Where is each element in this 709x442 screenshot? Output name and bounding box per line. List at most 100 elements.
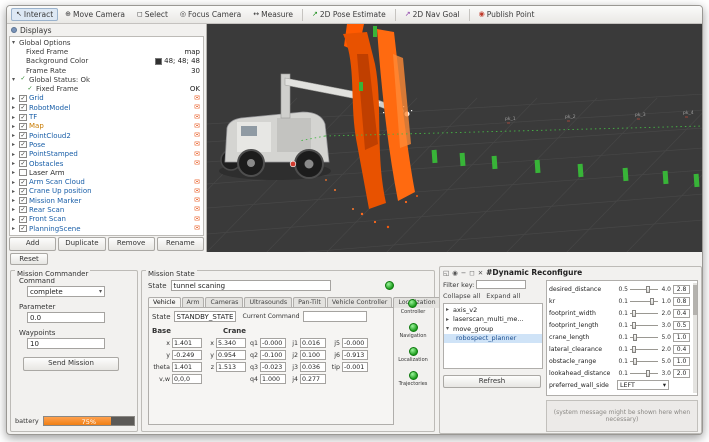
float-icon[interactable]: ◱	[443, 269, 449, 277]
node-robospect-planner[interactable]: robospect_planner	[444, 334, 542, 344]
display-row-crane-up-position[interactable]: ▸ ✓ Crane Up position ✉	[10, 187, 203, 196]
expand-icon[interactable]: ▸	[12, 95, 19, 102]
color-swatch[interactable]	[155, 58, 162, 65]
rename-button[interactable]: Rename	[157, 237, 204, 251]
q4-value[interactable]: 1.000	[260, 374, 286, 384]
vehicle-state-input[interactable]: STANDBY_STATE	[174, 311, 236, 322]
display-row-laser-arm[interactable]: ▸ Laser Arm	[10, 168, 203, 177]
crane-z-value[interactable]: 1.513	[216, 362, 246, 372]
displays-panel-header[interactable]: Displays	[7, 24, 206, 36]
tree-row-background-color[interactable]: Background Color 48; 48; 48	[10, 57, 203, 66]
param-slider[interactable]	[630, 309, 658, 318]
param-slider[interactable]	[630, 345, 658, 354]
expand-icon[interactable]: ▸	[12, 225, 19, 232]
display-row-mission-marker[interactable]: ▸ ✓ Mission Marker ✉	[10, 196, 203, 205]
maximize-icon[interactable]: ◻	[469, 269, 474, 277]
display-row-pose[interactable]: ▸ ✓ Pose ✉	[10, 140, 203, 149]
display-checkbox[interactable]: ✓	[19, 141, 27, 148]
minimize-icon[interactable]: −	[461, 269, 466, 277]
expand-all-link[interactable]: Expand all	[486, 292, 520, 300]
base-vw-value[interactable]: 0,0,0	[172, 374, 202, 384]
filter-key-input[interactable]	[476, 280, 526, 289]
display-row-obstacles[interactable]: ▸ ✓ Obstacles ✉	[10, 159, 203, 168]
param-value[interactable]: 1.0	[673, 333, 690, 342]
display-row-pointstamped[interactable]: ▸ ✓ PointStamped ✉	[10, 150, 203, 159]
param-slider[interactable]	[630, 285, 658, 294]
3d-viewport[interactable]: pk_1 pk_2 pk_3 pk_4	[207, 24, 703, 252]
collapse-icon[interactable]: ▾	[12, 39, 19, 46]
tree-row-fixed-frame[interactable]: Fixed Frame map	[10, 47, 203, 56]
j2-value[interactable]: 0.100	[300, 350, 326, 360]
display-checkbox[interactable]	[19, 169, 27, 176]
expand-icon[interactable]: ▸	[12, 188, 19, 195]
q3-value[interactable]: -0.023	[260, 362, 286, 372]
tree-row-global-status[interactable]: ▾ ✓ Global Status: Ok	[10, 75, 203, 84]
node-move-group[interactable]: ▾ move_group	[444, 324, 542, 334]
display-checkbox[interactable]: ✓	[19, 114, 27, 121]
j4-value[interactable]: 0.277	[300, 374, 326, 384]
background-color-value[interactable]: 48; 48; 48	[164, 57, 200, 65]
expand-icon[interactable]: ▸	[12, 141, 19, 148]
wall-side-select[interactable]: LEFT ▾	[617, 380, 669, 390]
mission-state-input[interactable]: tunnel scaning	[171, 280, 331, 291]
display-checkbox[interactable]: ✓	[19, 95, 27, 102]
display-checkbox[interactable]: ✓	[19, 225, 27, 232]
display-checkbox[interactable]: ✓	[19, 188, 27, 195]
fixed-frame-value[interactable]: map	[184, 48, 200, 56]
display-row-robotmodel[interactable]: ▸ ✓ RobotModel ✉	[10, 103, 203, 112]
tool-move-camera[interactable]: ⊕ Move Camera	[60, 8, 130, 21]
expand-icon[interactable]: ▸	[12, 206, 19, 213]
collapse-icon[interactable]: ▾	[12, 76, 19, 83]
param-slider[interactable]	[630, 357, 658, 366]
tree-row-status-fixed-frame[interactable]: ✓ Fixed Frame OK	[10, 84, 203, 93]
expand-icon[interactable]: ▸	[12, 151, 19, 158]
expand-icon[interactable]: ▸	[12, 179, 19, 186]
param-value[interactable]: 0.8	[673, 297, 690, 306]
display-checkbox[interactable]: ✓	[19, 104, 27, 111]
display-row-tf[interactable]: ▸ ✓ TF ✉	[10, 112, 203, 121]
reset-button[interactable]: Reset	[10, 253, 48, 265]
duplicate-button[interactable]: Duplicate	[58, 237, 105, 251]
display-checkbox[interactable]: ✓	[19, 123, 27, 130]
collapse-all-link[interactable]: Collapse all	[443, 292, 480, 300]
display-checkbox[interactable]: ✓	[19, 206, 27, 213]
tool-publish-point[interactable]: ◉ Publish Point	[474, 8, 540, 21]
q2-value[interactable]: -0.100	[260, 350, 286, 360]
display-row-map[interactable]: ▸ ✓ Map ✉	[10, 122, 203, 131]
tool-2d-pose-estimate[interactable]: ↗ 2D Pose Estimate	[307, 8, 391, 21]
node-laserscan[interactable]: ▸ laserscan_multi_me...	[444, 315, 542, 325]
display-checkbox[interactable]: ✓	[19, 132, 27, 139]
expand-icon[interactable]: ▸	[12, 216, 19, 223]
tool-interact[interactable]: ↖ Interact	[11, 8, 58, 21]
j5-value[interactable]: -0.000	[342, 338, 368, 348]
base-y-value[interactable]: -0.249	[172, 350, 202, 360]
param-slider[interactable]	[630, 297, 658, 306]
param-slider[interactable]	[630, 321, 658, 330]
j3-value[interactable]: 0.036	[300, 362, 326, 372]
expand-icon[interactable]: ▸	[12, 132, 19, 139]
display-row-planningscene[interactable]: ▸ ✓ PlanningScene ✉	[10, 224, 203, 233]
parameter-input[interactable]: 0.0	[27, 312, 105, 323]
j6-value[interactable]: -0.913	[342, 350, 368, 360]
base-theta-value[interactable]: 1.401	[172, 362, 202, 372]
remove-button[interactable]: Remove	[108, 237, 155, 251]
expand-icon[interactable]: ▸	[12, 114, 19, 121]
display-checkbox[interactable]: ✓	[19, 160, 27, 167]
expand-icon[interactable]: ▸	[12, 197, 19, 204]
crane-x-value[interactable]: 5.340	[216, 338, 246, 348]
circle-icon[interactable]: ◉	[452, 269, 458, 277]
display-checkbox[interactable]: ✓	[19, 197, 27, 204]
param-slider[interactable]	[630, 333, 658, 342]
param-value[interactable]: 2.8	[673, 285, 690, 294]
display-checkbox[interactable]: ✓	[19, 151, 27, 158]
tip-value[interactable]: -0.001	[342, 362, 368, 372]
close-icon[interactable]: ✕	[478, 269, 483, 277]
param-value[interactable]: 0.4	[673, 309, 690, 318]
tool-select[interactable]: ◻ Select	[132, 8, 173, 21]
display-checkbox[interactable]: ✓	[19, 216, 27, 223]
current-command-input[interactable]	[303, 311, 367, 322]
display-row-pointcloud2[interactable]: ▸ ✓ PointCloud2 ✉	[10, 131, 203, 140]
param-slider[interactable]	[630, 369, 658, 378]
command-select[interactable]: complete ▾	[27, 286, 105, 297]
tool-measure[interactable]: ↔ Measure	[248, 8, 298, 21]
